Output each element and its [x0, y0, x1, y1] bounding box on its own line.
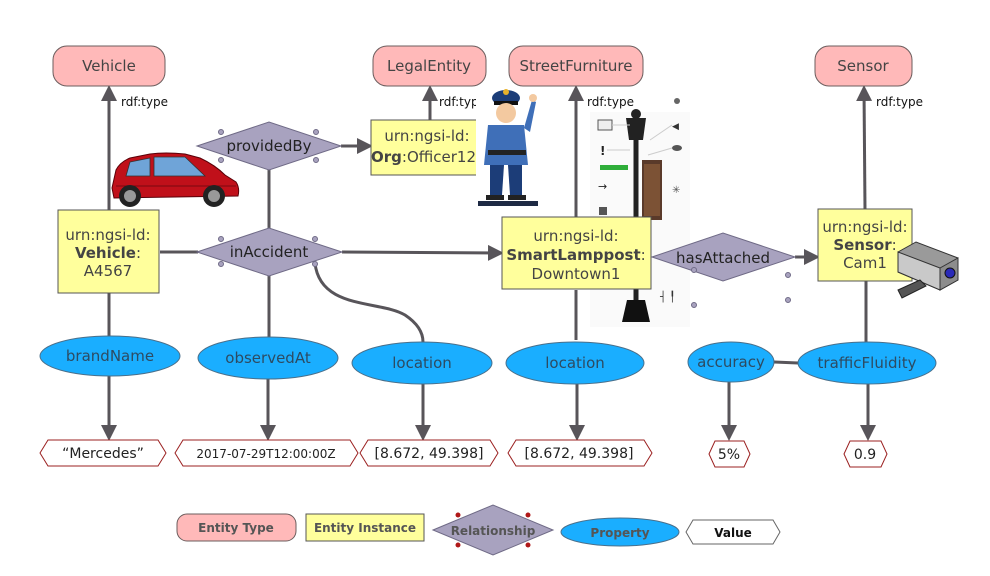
value-location-vehicle: [8.672, 49.398] — [359, 439, 499, 467]
camera-illustration — [897, 241, 959, 299]
svg-text:Cam1: Cam1 — [843, 254, 887, 272]
svg-text:urn:ngsi-ld:: urn:ngsi-ld: — [384, 127, 469, 145]
svg-text:inAccident: inAccident — [230, 243, 309, 261]
entity-instance-lamppost: urn:ngsi-ld: SmartLamppost: Downtown1 — [501, 216, 652, 290]
relationship-providedby: providedBy — [195, 121, 343, 171]
entity-type-legalentity: LegalEntity — [372, 45, 487, 87]
edge-sensor-rdftype — [856, 85, 873, 211]
legend-property: Property — [560, 517, 680, 547]
svg-text:Vehicle:: Vehicle: — [75, 244, 141, 262]
svg-text:[8.672, 49.398]: [8.672, 49.398] — [375, 446, 484, 462]
entity-instance-vehicle: urn:ngsi-ld: Vehicle: A4567 — [57, 209, 160, 294]
ngsi-ld-diagram: rdf:type rdf:type rdf:type rdf:type Vehi… — [39, 45, 959, 556]
svg-text:5%: 5% — [718, 447, 740, 463]
svg-text:2017-07-29T12:00:00Z: 2017-07-29T12:00:00Z — [196, 447, 335, 461]
svg-text:StreetFurniture: StreetFurniture — [520, 57, 633, 75]
svg-text:0.9: 0.9 — [854, 447, 876, 463]
svg-text:Relationship: Relationship — [451, 524, 536, 538]
entity-type-sensor: Sensor — [814, 45, 913, 87]
legend-relationship: Relationship — [431, 504, 555, 556]
legend-value: Value — [685, 519, 781, 545]
legend-entity-instance: Entity Instance — [305, 513, 425, 542]
legend: Entity Type Entity Instance Relationship… — [176, 504, 781, 556]
svg-text:Property: Property — [590, 526, 649, 540]
svg-text:urn:ngsi-ld:: urn:ngsi-ld: — [65, 226, 150, 244]
value-location-lamppost: [8.672, 49.398] — [507, 439, 653, 467]
property-brandname: brandName — [39, 335, 181, 377]
legend-entity-type: Entity Type — [176, 513, 297, 542]
rdftype-label-lamppost: rdf:type — [587, 95, 634, 109]
svg-text:A4567: A4567 — [84, 262, 132, 280]
svg-text:location: location — [392, 354, 452, 372]
value-accuracy: 5% — [708, 440, 751, 468]
svg-text:→: → — [598, 180, 607, 193]
svg-text:┤ ╿: ┤ ╿ — [660, 290, 675, 303]
property-observedat: observedAt — [197, 336, 339, 380]
value-brandname: “Mercedes” — [39, 439, 167, 467]
relationship-inaccident: inAccident — [195, 227, 344, 277]
svg-text:SmartLamppost:: SmartLamppost: — [506, 246, 645, 264]
edge-inaccident-location — [313, 262, 425, 343]
svg-text:Downtown1: Downtown1 — [532, 265, 621, 283]
edge-accuracy-trafficfluidity — [773, 360, 799, 365]
value-observedat: 2017-07-29T12:00:00Z — [174, 439, 359, 467]
entity-type-streetfurniture: StreetFurniture — [508, 45, 644, 87]
rdftype-label-vehicle: rdf:type — [121, 95, 168, 109]
edge-inaccident-lamppost — [341, 244, 504, 261]
smart-lamppost-illustration: ! → ◀ ✳ ┤ ╿ — [590, 98, 690, 327]
svg-text:hasAttached: hasAttached — [676, 249, 770, 267]
svg-text:Sensor: Sensor — [837, 57, 889, 75]
svg-text:Value: Value — [714, 526, 752, 540]
svg-text:providedBy: providedBy — [226, 137, 311, 155]
value-trafficfluidity: 0.9 — [843, 440, 888, 468]
rdftype-label-sensor: rdf:type — [876, 95, 923, 109]
svg-text:urn:ngsi-ld:: urn:ngsi-ld: — [822, 218, 907, 236]
svg-text:accuracy: accuracy — [697, 353, 765, 371]
property-location-lamppost: location — [505, 341, 645, 385]
entity-type-vehicle: Vehicle — [52, 45, 166, 87]
svg-text:Sensor:: Sensor: — [833, 236, 896, 254]
svg-text:location: location — [545, 354, 605, 372]
svg-text:observedAt: observedAt — [225, 349, 311, 367]
police-officer-illustration — [476, 88, 538, 206]
property-trafficfluidity: trafficFluidity — [797, 341, 937, 385]
property-location-vehicle: location — [351, 341, 493, 385]
svg-text:✳: ✳ — [672, 185, 680, 196]
svg-text:◀: ◀ — [672, 122, 679, 132]
svg-text:“Mercedes”: “Mercedes” — [62, 446, 144, 462]
svg-text:urn:ngsi-ld:: urn:ngsi-ld: — [533, 227, 618, 245]
svg-text:Entity Instance: Entity Instance — [314, 521, 416, 535]
svg-text:Vehicle: Vehicle — [82, 57, 136, 75]
svg-text:Org:Officer123: Org:Officer123 — [371, 148, 486, 166]
svg-text:LegalEntity: LegalEntity — [387, 57, 471, 75]
svg-text:[8.672, 49.398]: [8.672, 49.398] — [525, 446, 634, 462]
entity-instance-officer: urn:ngsi-ld: Org:Officer123 — [370, 119, 486, 176]
property-accuracy: accuracy — [687, 341, 775, 383]
svg-text:Entity Type: Entity Type — [198, 521, 274, 535]
svg-text:trafficFluidity: trafficFluidity — [818, 354, 917, 372]
svg-text:!: ! — [600, 144, 605, 158]
svg-text:brandName: brandName — [66, 347, 154, 365]
